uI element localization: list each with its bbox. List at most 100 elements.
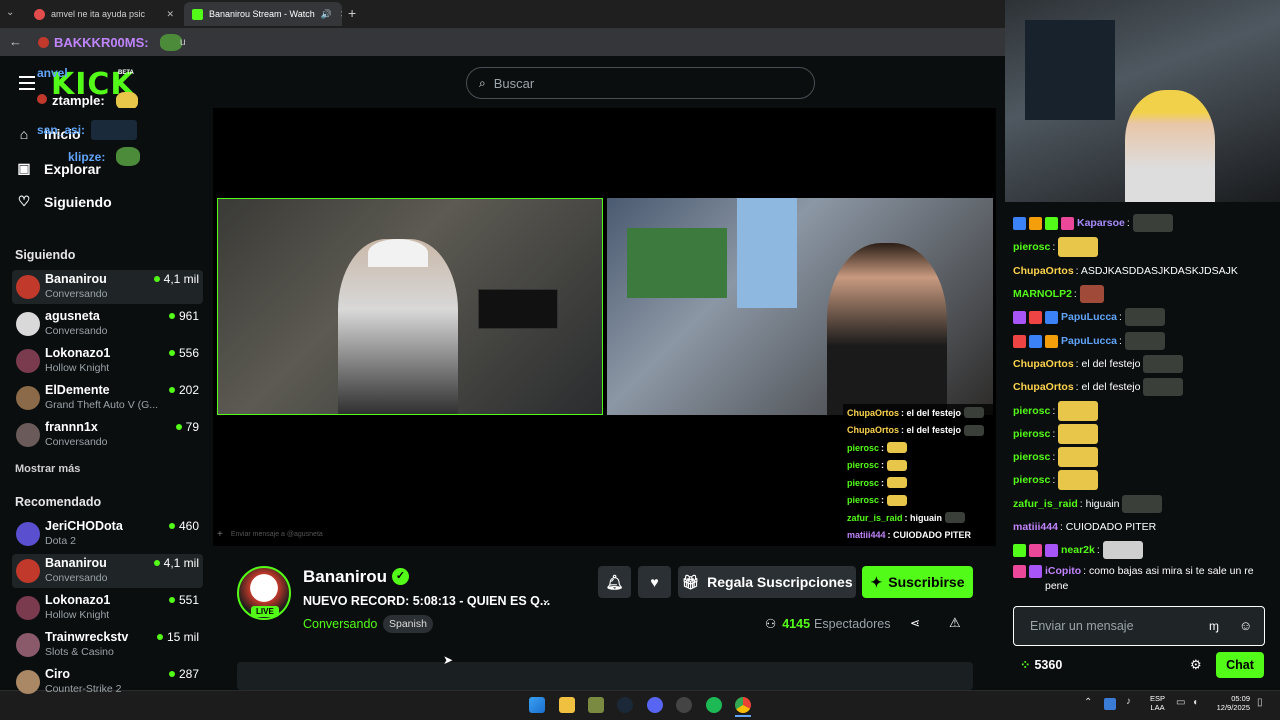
close-tab-icon[interactable]: ✕: [340, 9, 342, 20]
chat-message[interactable]: PapuLucca:: [1013, 307, 1275, 327]
spotify-icon[interactable]: [706, 697, 722, 713]
gift-subs-button[interactable]: 🎁︎ Regala Suscripciones: [678, 566, 856, 598]
overlay-chat-line: matiii444: CUIODADO PITER: [843, 527, 993, 545]
chat-send-button[interactable]: Chat: [1216, 652, 1264, 678]
notifications-icon[interactable]: ▯: [1257, 697, 1263, 708]
chat-username[interactable]: iCopito: [1045, 565, 1081, 577]
discord-icon[interactable]: [647, 697, 663, 713]
language-indicator[interactable]: ESP LAA: [1150, 694, 1165, 712]
sidebar-channel[interactable]: agusneta Conversando 961: [12, 307, 203, 341]
search-bar[interactable]: ⌕ Buscar: [466, 67, 815, 99]
sidebar-channel[interactable]: Bananirou Conversando 4,1 mil: [12, 270, 203, 304]
microphone-icon[interactable]: ♪: [1126, 696, 1131, 707]
windows-start-icon[interactable]: [529, 697, 545, 713]
sidebar-channel[interactable]: Lokonazo1 Hollow Knight 551: [12, 591, 203, 625]
chat-username[interactable]: pierosc: [1013, 241, 1050, 253]
subscribe-button[interactable]: ✦ Suscribirse: [862, 566, 973, 598]
hamburger-icon[interactable]: [19, 76, 35, 90]
follow-button[interactable]: ♥: [638, 566, 671, 598]
chat-username[interactable]: ChupaOrtos: [1013, 358, 1074, 370]
chat-username[interactable]: ChupaOrtos: [1013, 265, 1074, 277]
emote-icon: [887, 494, 908, 506]
nav-following[interactable]: ♡ Siguiendo: [16, 193, 112, 210]
chat-message[interactable]: MARNOLP2:: [1013, 284, 1275, 304]
chat-username[interactable]: Kaparsoe: [1077, 217, 1125, 229]
chat-message[interactable]: ChupaOrtos: el del festejo: [1013, 354, 1275, 374]
chat-username[interactable]: MARNOLP2: [1013, 288, 1072, 300]
chat-message[interactable]: pierosc:: [1013, 470, 1275, 490]
volume-icon[interactable]: ◖: [1192, 697, 1198, 708]
chat-message[interactable]: zafur_is_raid: higuain: [1013, 494, 1275, 514]
sidebar-channel[interactable]: Bananirou Conversando 4,1 mil: [12, 554, 203, 588]
channel-points[interactable]: ⁘ 5360: [1020, 657, 1062, 673]
chat-username[interactable]: pierosc: [1013, 428, 1050, 440]
tray-app-icon[interactable]: [1104, 698, 1116, 710]
chat-username[interactable]: near2k: [1061, 544, 1095, 556]
network-icon[interactable]: ▭: [1176, 697, 1185, 708]
search-input[interactable]: Buscar: [494, 76, 534, 91]
chat-message[interactable]: matiii444: CUIODADO PITER: [1013, 517, 1275, 537]
sidebar-channel[interactable]: ElDemente Grand Theft Auto V (G... 202: [12, 381, 203, 415]
sidebar-channel[interactable]: Trainwreckstv Slots & Casino 15 mil: [12, 628, 203, 662]
player-chat-bar: + Enviar mensaje a @agusneta: [217, 526, 837, 542]
chat-message[interactable]: ChupaOrtos: ASDJKASDDASJKDASKJDSAJK: [1013, 261, 1275, 281]
chat-message[interactable]: pierosc:: [1013, 401, 1275, 421]
translate-icon[interactable]: ɱ: [1209, 619, 1219, 633]
overlay-chat-line: pierosc:: [843, 457, 993, 475]
chat-username[interactable]: pierosc: [1013, 405, 1050, 417]
file-explorer-icon[interactable]: [559, 697, 575, 713]
viewer-count: 4,1 mil: [153, 556, 199, 570]
chat-username[interactable]: zafur_is_raid: [1013, 498, 1078, 510]
notification-button[interactable]: 🔔︎: [598, 566, 631, 598]
report-icon[interactable]: ⚠: [949, 615, 961, 631]
chat-message[interactable]: iCopito: como bajas asi mira si te sale …: [1013, 564, 1265, 594]
channel-avatar: [16, 522, 40, 546]
chat-username[interactable]: PapuLucca: [1061, 335, 1117, 347]
channel-category: Dota 2: [45, 535, 76, 547]
tab-search-icon[interactable]: ⌄: [6, 7, 14, 18]
chat-username[interactable]: PapuLucca: [1061, 311, 1117, 323]
chat-message[interactable]: near2k:: [1013, 540, 1275, 560]
obs-icon[interactable]: [676, 697, 692, 713]
speaker-icon[interactable]: 🔊: [321, 9, 332, 20]
chat-message[interactable]: pierosc:: [1013, 424, 1275, 444]
language-tag[interactable]: Spanish: [383, 615, 433, 633]
clock[interactable]: 05:09 12/9/2025: [1212, 694, 1250, 712]
emoji-icon[interactable]: ☺: [1239, 618, 1252, 633]
chat-username[interactable]: pierosc: [1013, 451, 1050, 463]
chat-message[interactable]: pierosc:: [1013, 237, 1275, 257]
pepe-emote-icon: [160, 34, 182, 51]
tab-active[interactable]: Bananirou Stream - Watch 🔊 ✕: [184, 2, 342, 26]
chat-input[interactable]: Enviar un mensaje ɱ ☺: [1013, 606, 1265, 646]
overlay-chat-user: ChupaOrtos: [847, 425, 900, 436]
viewer-number: 4,1 mil: [163, 272, 199, 286]
gear-icon[interactable]: ⚙: [1190, 657, 1202, 673]
tray-chevron-icon[interactable]: ⌃: [1084, 697, 1092, 708]
show-more-link[interactable]: Mostrar más: [15, 463, 80, 475]
close-tab-icon[interactable]: ✕: [166, 9, 174, 20]
chat-username[interactable]: pierosc: [1013, 474, 1050, 486]
back-arrow-icon[interactable]: ←: [9, 34, 22, 49]
channel-name[interactable]: Bananirou: [303, 567, 387, 587]
chevron-down-icon[interactable]: ⌄: [541, 592, 551, 606]
chat-message[interactable]: Kaparsoe:: [1013, 213, 1275, 233]
app-icon[interactable]: [588, 697, 604, 713]
sidebar-channel[interactable]: Lokonazo1 Hollow Knight 556: [12, 344, 203, 378]
viewer-number: 4,1 mil: [163, 556, 199, 570]
chat-message[interactable]: ChupaOrtos: el del festejo: [1013, 377, 1275, 397]
share-icon[interactable]: ⋖: [910, 616, 920, 630]
sidebar-channel[interactable]: Ciro Counter-Strike 2 287: [12, 665, 203, 699]
pepe-emote-icon: [116, 147, 140, 166]
tab-other[interactable]: amvel ne ita ayuda psic ✕: [26, 2, 182, 26]
sidebar-channel[interactable]: JeriCHODota Dota 2 460: [12, 517, 203, 551]
chat-message[interactable]: PapuLucca:: [1013, 331, 1275, 351]
chat-username[interactable]: matiii444: [1013, 521, 1058, 533]
steam-icon[interactable]: [617, 697, 633, 713]
chrome-icon[interactable]: [735, 697, 751, 713]
chat-username[interactable]: ChupaOrtos: [1013, 381, 1074, 393]
category-link[interactable]: Conversando: [303, 617, 377, 631]
chat-message[interactable]: pierosc:: [1013, 447, 1275, 467]
new-tab-button[interactable]: +: [348, 5, 356, 21]
chat-badge-icon: [1013, 310, 1026, 324]
sidebar-channel[interactable]: frannn1x Conversando 79: [12, 418, 203, 452]
